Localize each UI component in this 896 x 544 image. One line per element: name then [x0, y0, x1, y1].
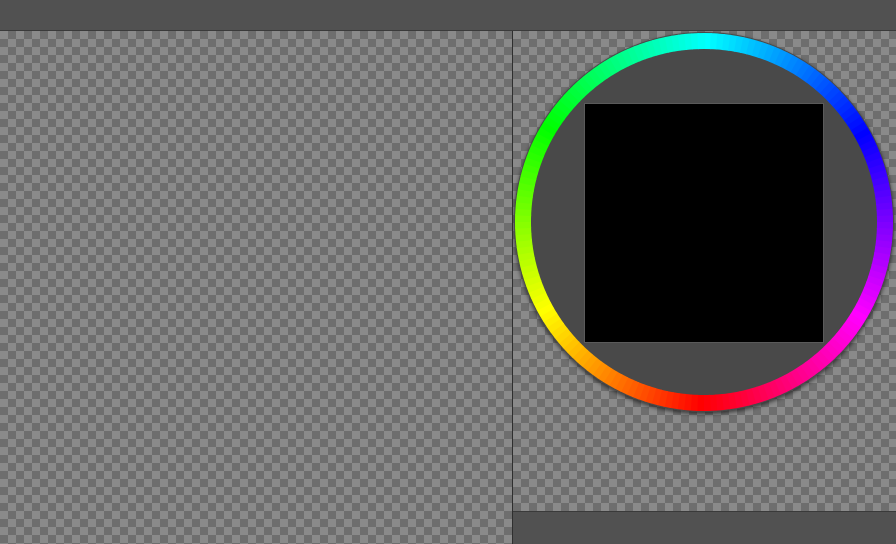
app-window [0, 0, 896, 544]
saturation-value-square[interactable] [584, 103, 824, 343]
bottom-bar [513, 511, 896, 544]
color-picker-panel [513, 31, 896, 511]
transparent-canvas[interactable] [0, 31, 512, 544]
hue-ring-segment [697, 33, 706, 50]
top-toolbar [0, 0, 896, 31]
